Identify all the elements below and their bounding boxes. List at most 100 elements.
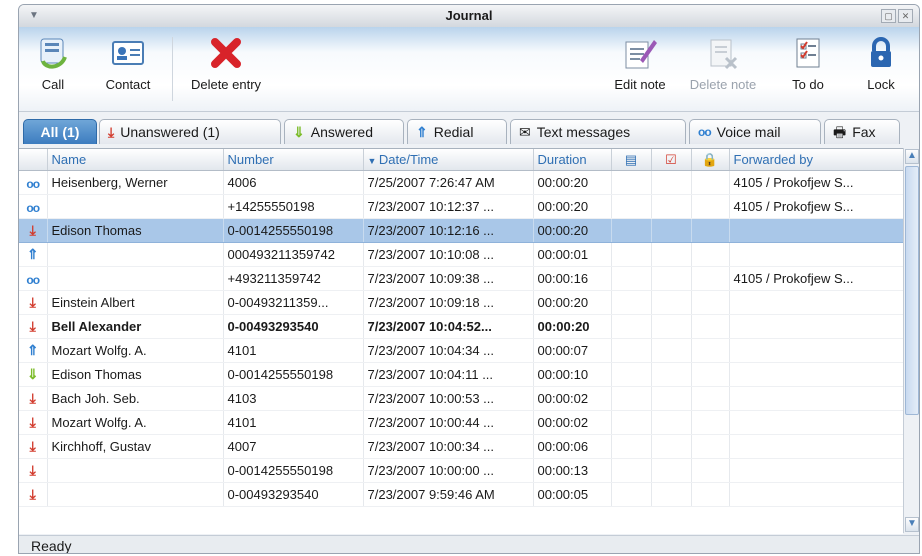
number-cell: 4006 bbox=[223, 170, 364, 195]
name-column-header[interactable]: Name bbox=[47, 149, 224, 171]
lock-cell bbox=[691, 242, 730, 267]
duration-column-header[interactable]: Duration bbox=[533, 149, 612, 171]
to-do-button[interactable]: To do bbox=[783, 35, 833, 92]
tab-answered[interactable]: ⇓ Answered bbox=[284, 119, 404, 144]
forwarded-by-cell bbox=[729, 482, 903, 507]
number-cell: 000493211359742 bbox=[223, 242, 364, 267]
name-cell: Heisenberg, Werner bbox=[47, 170, 224, 195]
delete-note-button[interactable]: Delete note bbox=[683, 35, 763, 92]
type-cell: ⤓ bbox=[19, 290, 48, 315]
tab-voice-mail[interactable]: oo Voice mail bbox=[689, 119, 821, 144]
table-row[interactable]: ⇑ 000493211359742 7/23/2007 10:10:08 ... 00… bbox=[19, 242, 903, 267]
incoming-missed-icon: ⤓ bbox=[29, 486, 36, 502]
forwarded-by-cell bbox=[729, 458, 903, 483]
table-row[interactable]: ⇓ Edison Thomas 0-0014255550198 7/23/2007 1… bbox=[19, 362, 903, 387]
tab-redial[interactable]: ⇑ Redial bbox=[407, 119, 507, 144]
name-cell: Edison Thomas bbox=[47, 362, 224, 387]
type-cell: ⤓ bbox=[19, 386, 48, 411]
name-cell: Bach Joh. Seb. bbox=[47, 386, 224, 411]
voicemail-icon: oo bbox=[26, 200, 40, 215]
checklist-icon bbox=[788, 35, 828, 71]
datetime-cell: 7/23/2007 10:00:44 ... bbox=[363, 410, 534, 435]
name-cell: Kirchhoff, Gustav bbox=[47, 434, 224, 459]
number-cell: 4101 bbox=[223, 338, 364, 363]
lock-cell bbox=[691, 386, 730, 411]
table-row[interactable]: oo +493211359742 7/23/2007 10:09:38 ... 00:… bbox=[19, 266, 903, 291]
type-column-header[interactable] bbox=[19, 149, 48, 171]
number-cell: 0-0014255550198 bbox=[223, 362, 364, 387]
lock-button[interactable]: Lock bbox=[859, 35, 903, 92]
duration-cell: 00:00:20 bbox=[533, 170, 612, 195]
lock-cell bbox=[691, 362, 730, 387]
forwarded-by-cell bbox=[729, 314, 903, 339]
vertical-scrollbar[interactable]: ▲ ▼ bbox=[903, 148, 919, 533]
tab-redial-label: Redial bbox=[433, 124, 474, 140]
note-cell bbox=[611, 458, 652, 483]
duration-cell: 00:00:16 bbox=[533, 266, 612, 291]
edit-note-button[interactable]: Edit note bbox=[607, 35, 673, 92]
table-row[interactable]: oo Heisenberg, Werner 4006 7/25/2007 7:26:4… bbox=[19, 170, 903, 195]
voicemail-icon: oo bbox=[26, 272, 40, 287]
incoming-missed-icon: ⤓ bbox=[29, 390, 36, 406]
forwarded-by-cell bbox=[729, 290, 903, 315]
lock-cell bbox=[691, 218, 730, 243]
delete-entry-button[interactable]: Delete entry bbox=[179, 35, 273, 92]
type-cell: ⇑ bbox=[19, 338, 48, 363]
todo-column-header[interactable]: ☑ bbox=[651, 149, 692, 171]
note-cell bbox=[611, 410, 652, 435]
todo-cell bbox=[651, 290, 692, 315]
table-row[interactable]: ⤓ Mozart Wolfg. A. 4101 7/23/2007 10:00:44 … bbox=[19, 410, 903, 435]
tab-unanswered[interactable]: ⤓ Unanswered (1) bbox=[99, 119, 281, 144]
number-cell: 4101 bbox=[223, 410, 364, 435]
type-cell: ⇓ bbox=[19, 362, 48, 387]
table-row[interactable]: ⤓ Edison Thomas 0-0014255550198 7/23/2007 1… bbox=[19, 218, 903, 243]
tab-text-messages[interactable]: ✉ Text messages bbox=[510, 119, 686, 144]
tab-fax[interactable]: 🖶 Fax bbox=[824, 119, 900, 144]
close-icon[interactable]: ✕ bbox=[898, 9, 913, 23]
forwarded-by-cell bbox=[729, 338, 903, 363]
scroll-up-icon[interactable]: ▲ bbox=[905, 149, 919, 164]
number-cell: 0-0014255550198 bbox=[223, 218, 364, 243]
todo-cell bbox=[651, 362, 692, 387]
name-cell bbox=[47, 242, 224, 267]
lock-column-header[interactable]: 🔒 bbox=[691, 149, 730, 171]
lock-cell bbox=[691, 194, 730, 219]
table-row[interactable]: ⤓ 0-0014255550198 7/23/2007 10:00:00 ... 00… bbox=[19, 458, 903, 483]
lock-cell bbox=[691, 290, 730, 315]
contact-button[interactable]: Contact bbox=[99, 35, 157, 92]
datetime-cell: 7/23/2007 10:10:08 ... bbox=[363, 242, 534, 267]
table-row[interactable]: ⤓ Einstein Albert 0-00493211359... 7/23/200… bbox=[19, 290, 903, 315]
number-cell: 0-00493293540 bbox=[223, 482, 364, 507]
datetime-header-label: Date/Time bbox=[378, 152, 439, 167]
table-row[interactable]: ⇑ Mozart Wolfg. A. 4101 7/23/2007 10:04:34 … bbox=[19, 338, 903, 363]
note-column-header[interactable]: ▤ bbox=[611, 149, 652, 171]
todo-cell bbox=[651, 314, 692, 339]
duration-cell: 00:00:20 bbox=[533, 218, 612, 243]
datetime-cell: 7/25/2007 7:26:47 AM bbox=[363, 170, 534, 195]
duration-cell: 00:00:20 bbox=[533, 194, 612, 219]
forwarded-by-cell: 4105 / Prokofjew S... bbox=[729, 170, 903, 195]
number-column-header[interactable]: Number bbox=[223, 149, 364, 171]
table-row[interactable]: ⤓ Kirchhoff, Gustav 4007 7/23/2007 10:00:34… bbox=[19, 434, 903, 459]
forwarded-by-column-header[interactable]: Forwarded by bbox=[729, 149, 903, 171]
journal-grid: Name Number ▼ Date/Time Duration ▤ ☑ 🔒 F… bbox=[19, 148, 903, 534]
restore-icon[interactable]: ▢ bbox=[881, 9, 896, 23]
scroll-thumb[interactable] bbox=[905, 166, 919, 415]
table-row[interactable]: ⤓ 0-00493293540 7/23/2007 9:59:46 AM 00:00:… bbox=[19, 482, 903, 507]
scroll-down-icon[interactable]: ▼ bbox=[905, 517, 919, 532]
incoming-missed-icon: ⤓ bbox=[29, 318, 36, 334]
tab-unanswered-label: Unanswered (1) bbox=[120, 124, 220, 140]
to-do-label: To do bbox=[792, 77, 824, 92]
datetime-column-header[interactable]: ▼ Date/Time bbox=[363, 149, 534, 171]
call-button[interactable]: Call bbox=[31, 35, 75, 92]
table-row[interactable]: oo +14255550198 7/23/2007 10:12:37 ... 00:0… bbox=[19, 194, 903, 219]
forwarded-by-cell bbox=[729, 362, 903, 387]
delete-entry-label: Delete entry bbox=[190, 77, 262, 92]
todo-cell bbox=[651, 218, 692, 243]
duration-cell: 00:00:07 bbox=[533, 338, 612, 363]
table-row[interactable]: ⤓ Bell Alexander 0-00493293540 7/23/2007 10… bbox=[19, 314, 903, 339]
tab-all[interactable]: All (1) bbox=[23, 119, 97, 144]
duration-cell: 00:00:01 bbox=[533, 242, 612, 267]
table-row[interactable]: ⤓ Bach Joh. Seb. 4103 7/23/2007 10:00:53 ..… bbox=[19, 386, 903, 411]
type-cell: oo bbox=[19, 194, 48, 219]
